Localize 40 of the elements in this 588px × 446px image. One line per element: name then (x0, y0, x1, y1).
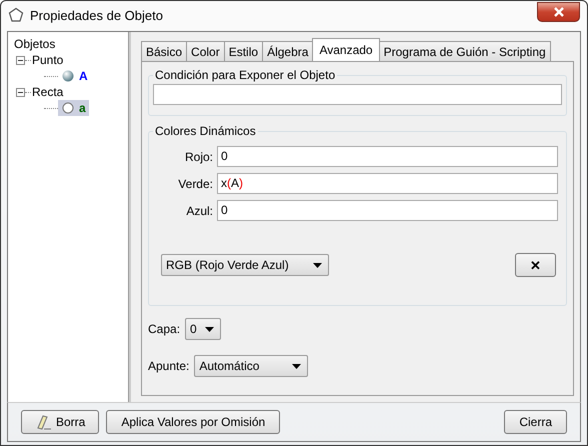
tree-root[interactable]: Objetos (14, 37, 128, 52)
input-field[interactable]: 0 (217, 146, 558, 167)
field-label: Capa: (148, 322, 180, 336)
defaults-button[interactable]: Aplica Valores por Omisión (106, 410, 280, 434)
caret-icon (313, 262, 322, 268)
tree-item[interactable]: Recta (31, 85, 64, 99)
field-label: Apunte: (148, 359, 190, 373)
group-title: Condición para Exponer el Objeto (154, 68, 336, 82)
input-field[interactable]: x(A) (217, 173, 558, 194)
window-title: Propiedades de Objeto (30, 8, 163, 22)
close-icon (552, 7, 564, 17)
collapse-icon[interactable] (16, 56, 25, 64)
caret-icon (292, 364, 302, 368)
close-button[interactable] (537, 2, 580, 22)
field-label: Verde: (177, 176, 214, 190)
dropdown[interactable]: RGB (Rojo Verde Azul) (161, 254, 329, 276)
tab[interactable]: Avanzado (312, 38, 380, 61)
sphere-icon (62, 70, 74, 82)
pentagon-icon (8, 7, 24, 23)
input-field[interactable] (153, 84, 562, 105)
input-field[interactable]: 0 (217, 200, 558, 221)
tab[interactable]: Color (186, 41, 225, 61)
field-label: Azul: (185, 204, 214, 218)
caret-icon (205, 326, 214, 332)
group-title: Colores Dinámicos (154, 124, 257, 138)
tree-item[interactable]: A (58, 68, 91, 84)
circle-icon (62, 102, 74, 114)
tab[interactable]: Estilo (224, 41, 264, 61)
tree-item[interactable]: Punto (31, 53, 64, 67)
tab[interactable]: Álgebra (262, 41, 314, 61)
dropdown[interactable]: 0 (185, 318, 222, 340)
field-label: Rojo: (184, 150, 214, 164)
close-button[interactable]: Cierra (504, 410, 567, 434)
collapse-icon[interactable] (16, 88, 25, 96)
clear-button[interactable]: ✕ (515, 253, 556, 277)
tab[interactable]: Básico (141, 41, 188, 61)
delete-button[interactable]: Borra (21, 410, 100, 434)
tree-item[interactable]: a (58, 100, 89, 116)
dropdown[interactable]: Automático (194, 355, 308, 377)
tab[interactable]: Programa de Guión - Scripting (378, 41, 551, 61)
